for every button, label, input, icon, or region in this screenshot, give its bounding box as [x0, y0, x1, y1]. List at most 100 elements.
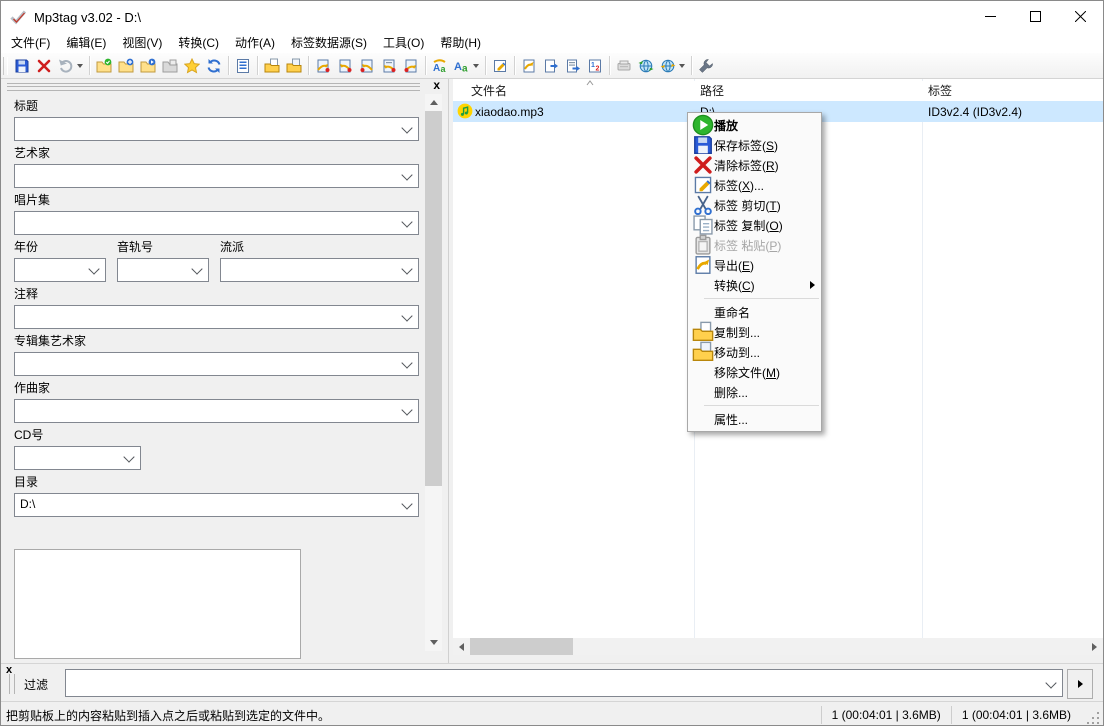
- scrollbar-thumb[interactable]: [470, 638, 573, 655]
- toolbar-convert-tag-filename-button[interactable]: [312, 55, 334, 77]
- cover-art-box[interactable]: [14, 549, 301, 659]
- toolbar-web-source-menu-button[interactable]: [657, 55, 688, 77]
- toolbar-copy-to-button[interactable]: [261, 55, 283, 77]
- toolbar-extended-tags-button[interactable]: [232, 55, 254, 77]
- toolbar-paste-files-button[interactable]: [159, 55, 181, 77]
- close-button[interactable]: [1058, 1, 1103, 32]
- composer-combobox[interactable]: [14, 399, 419, 423]
- toolbar-playlist-button[interactable]: [540, 55, 562, 77]
- filter-bar-grip[interactable]: [9, 674, 15, 694]
- toolbar-convert-tag-tag-button[interactable]: [400, 55, 422, 77]
- context-menu-item-convert[interactable]: 转换(C): [688, 275, 821, 295]
- resize-grip[interactable]: [1085, 710, 1101, 726]
- chevron-down-icon[interactable]: [401, 263, 412, 274]
- column-divider[interactable]: [922, 79, 923, 638]
- toolbar-freedb-button[interactable]: [613, 55, 635, 77]
- context-menu-item-delete[interactable]: 删除...: [688, 382, 821, 402]
- filter-apply-button[interactable]: [1067, 669, 1093, 699]
- toolbar-edit-tag-button[interactable]: [489, 55, 511, 77]
- toolbar-favorite-directory-button[interactable]: [137, 55, 159, 77]
- menubar-item-view[interactable]: 视图(V): [114, 33, 170, 53]
- column-header-filename[interactable]: 文件名: [471, 81, 507, 101]
- toolbar-convert-textfile-tag-button[interactable]: [378, 55, 400, 77]
- menubar-item-convert[interactable]: 转换(C): [170, 33, 227, 53]
- toolbar-convert-filename-tag-button[interactable]: [334, 55, 356, 77]
- year-combobox[interactable]: [14, 258, 106, 282]
- toolbar-change-directory-button[interactable]: [93, 55, 115, 77]
- directory-combobox[interactable]: D:\: [14, 493, 419, 517]
- toolbar-autonumbering-wizard-button[interactable]: 12: [584, 55, 606, 77]
- menubar-item-file[interactable]: 文件(F): [3, 33, 58, 53]
- panel-splitter-grip[interactable]: [7, 83, 420, 91]
- context-menu-item-remove-tag[interactable]: 清除标签(R): [688, 155, 821, 175]
- comment-label: 注释: [14, 287, 419, 302]
- toolbar-favorites-button[interactable]: [181, 55, 203, 77]
- chevron-down-icon[interactable]: [401, 498, 412, 509]
- context-menu-item-tag-copy[interactable]: 标签 复制(O): [688, 215, 821, 235]
- context-menu-item-properties[interactable]: 属性...: [688, 409, 821, 429]
- comment-combobox[interactable]: [14, 305, 419, 329]
- chevron-down-icon[interactable]: [401, 122, 412, 133]
- disc-number-combobox[interactable]: [14, 446, 141, 470]
- scroll-up-arrow-icon[interactable]: [425, 94, 442, 111]
- menubar-item-tag-sources[interactable]: 标签数据源(S): [283, 33, 375, 53]
- toolbar-playlist-all-button[interactable]: [562, 55, 584, 77]
- toolbar-convert-filename-filename-button[interactable]: [356, 55, 378, 77]
- toolbar-actions-menu-button[interactable]: Aa: [451, 55, 482, 77]
- maximize-button[interactable]: [1013, 1, 1058, 32]
- menubar-item-help[interactable]: 帮助(H): [432, 33, 489, 53]
- tag-panel-scrollbar[interactable]: [425, 94, 442, 651]
- genre-combobox[interactable]: [220, 258, 419, 282]
- toolbar-move-to-button[interactable]: [283, 55, 305, 77]
- track-combobox[interactable]: [117, 258, 209, 282]
- menubar-item-tools[interactable]: 工具(O): [375, 33, 432, 53]
- context-menu-item-export[interactable]: 导出(E): [688, 255, 821, 275]
- toolbar-save-tag-button[interactable]: [11, 55, 33, 77]
- album-combobox[interactable]: [14, 211, 419, 235]
- context-menu-item-remove-files[interactable]: 移除文件(M): [688, 362, 821, 382]
- toolbar-add-directory-button[interactable]: [115, 55, 137, 77]
- toolbar-grip[interactable]: [3, 57, 8, 75]
- chevron-down-icon[interactable]: [88, 263, 99, 274]
- scroll-down-arrow-icon[interactable]: [425, 634, 442, 651]
- dropdown-caret-icon[interactable]: [77, 64, 83, 68]
- scroll-left-arrow-icon[interactable]: [453, 638, 470, 655]
- chevron-down-icon[interactable]: [401, 169, 412, 180]
- context-menu-item-tag-cut[interactable]: 标签 剪切(T): [688, 195, 821, 215]
- chevron-down-icon[interactable]: [191, 263, 202, 274]
- dropdown-caret-icon[interactable]: [679, 64, 685, 68]
- context-menu-item-play[interactable]: 播放: [688, 115, 821, 135]
- chevron-down-icon[interactable]: [401, 216, 412, 227]
- dropdown-caret-icon[interactable]: [473, 64, 479, 68]
- context-menu-item-move-to[interactable]: 移动到...: [688, 342, 821, 362]
- column-header-path[interactable]: 路径: [700, 81, 724, 101]
- panel-close-button[interactable]: x: [433, 79, 440, 91]
- toolbar-case-conversion-button[interactable]: Aa: [429, 55, 451, 77]
- chevron-down-icon[interactable]: [401, 357, 412, 368]
- menubar-item-edit[interactable]: 编辑(E): [58, 33, 114, 53]
- title-combobox[interactable]: [14, 117, 419, 141]
- context-menu-item-save-tag[interactable]: 保存标签(S): [688, 135, 821, 155]
- toolbar-undo-button[interactable]: [55, 55, 86, 77]
- scrollbar-thumb[interactable]: [425, 111, 442, 486]
- toolbar-export-button[interactable]: [518, 55, 540, 77]
- filter-input[interactable]: [66, 670, 1062, 696]
- context-menu-item-edit-tag[interactable]: 标签(X)...: [688, 175, 821, 195]
- column-header-tag[interactable]: 标签: [928, 81, 952, 101]
- artist-combobox[interactable]: [14, 164, 419, 188]
- toolbar-options-button[interactable]: [695, 55, 717, 77]
- minimize-button[interactable]: [968, 1, 1013, 32]
- chevron-down-icon[interactable]: [401, 404, 412, 415]
- chevron-down-icon[interactable]: [123, 451, 134, 462]
- context-menu-item-rename[interactable]: 重命名: [688, 302, 821, 322]
- file-list-hscrollbar[interactable]: [453, 638, 1103, 655]
- context-menu-item-copy-to[interactable]: 复制到...: [688, 322, 821, 342]
- menubar-item-actions[interactable]: 动作(A): [227, 33, 283, 53]
- toolbar-web-source-button[interactable]: [635, 55, 657, 77]
- scroll-right-arrow-icon[interactable]: [1086, 638, 1103, 655]
- toolbar-refresh-button[interactable]: [203, 55, 225, 77]
- chevron-down-icon[interactable]: [401, 310, 412, 321]
- album-artist-combobox[interactable]: [14, 352, 419, 376]
- toolbar-remove-tag-button[interactable]: [33, 55, 55, 77]
- toolbar-separator: [609, 56, 610, 75]
